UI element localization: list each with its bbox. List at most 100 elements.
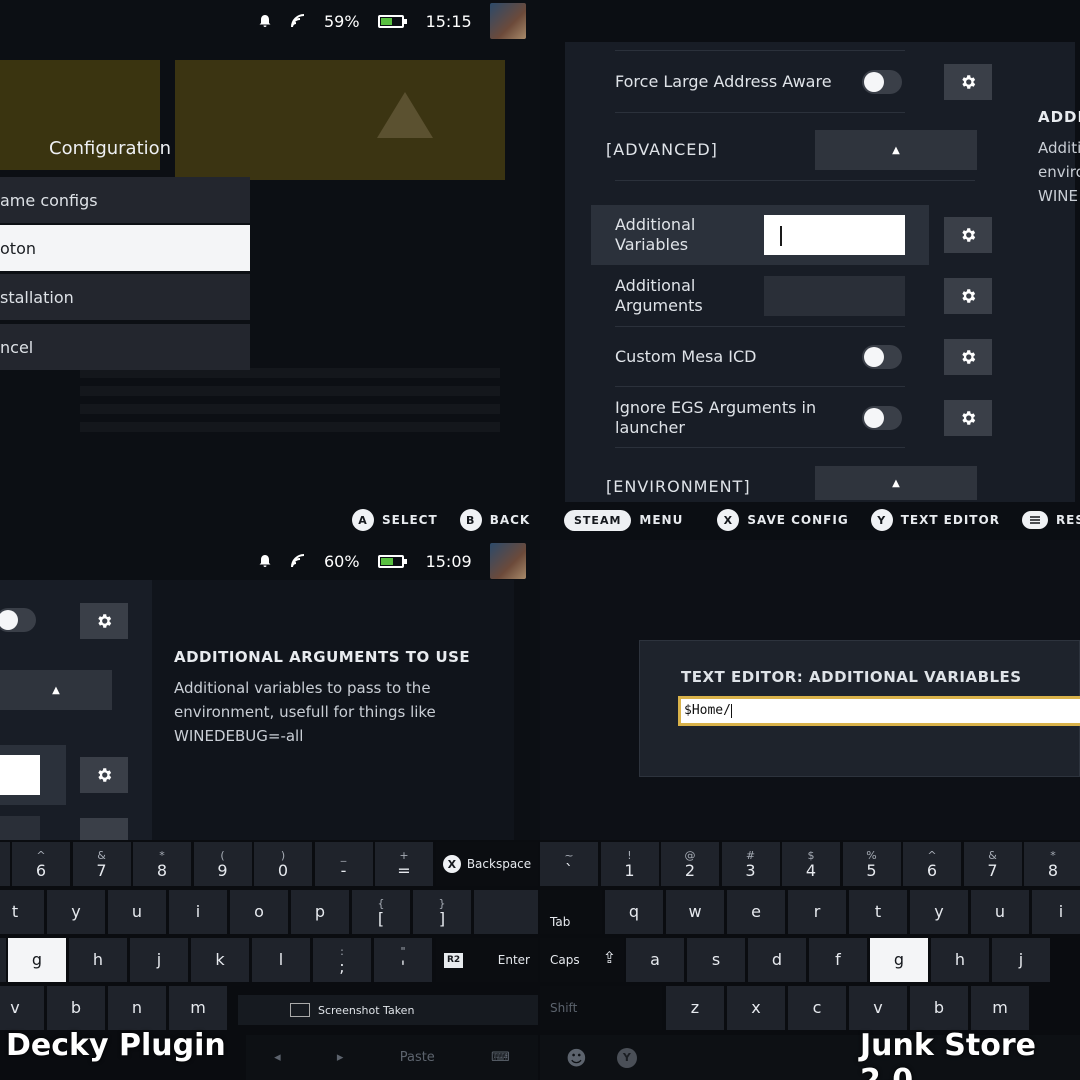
- key-n[interactable]: n: [108, 986, 166, 1030]
- key-u[interactable]: u: [971, 890, 1029, 934]
- ignore-egs-settings-button[interactable]: [944, 400, 992, 436]
- key-u[interactable]: u: [108, 890, 166, 934]
- setting-gear-button[interactable]: [80, 818, 128, 840]
- key-'[interactable]: " ': [374, 938, 432, 982]
- key-k[interactable]: k: [191, 938, 249, 982]
- save-config-hint[interactable]: SAVE CONFIG: [747, 513, 848, 527]
- key-y[interactable]: y: [910, 890, 968, 934]
- reset-hint[interactable]: RESET: [1056, 513, 1080, 527]
- avatar[interactable]: [489, 3, 526, 39]
- key-v[interactable]: v: [849, 986, 907, 1030]
- key-edge[interactable]: [478, 890, 538, 934]
- force-large-settings-button[interactable]: [944, 64, 992, 100]
- key-r[interactable]: r: [788, 890, 846, 934]
- key-tab[interactable]: Tab: [540, 890, 602, 934]
- arrow-right-icon[interactable]: ▸: [337, 1050, 344, 1065]
- key-g[interactable]: g: [870, 938, 928, 982]
- key-j[interactable]: j: [130, 938, 188, 982]
- text-editor-hint[interactable]: TEXT EDITOR: [901, 513, 1000, 527]
- select-hint[interactable]: SELECT: [382, 513, 438, 527]
- key-shift[interactable]: Shift: [540, 986, 662, 1030]
- ignore-egs-toggle[interactable]: [862, 406, 902, 430]
- key-m[interactable]: m: [169, 986, 227, 1030]
- key-8[interactable]: * 8: [1024, 842, 1080, 886]
- additional-arguments-input[interactable]: [764, 276, 905, 316]
- custom-mesa-settings-button[interactable]: [944, 339, 992, 375]
- key-t[interactable]: t: [0, 890, 44, 934]
- key-o[interactable]: o: [230, 890, 288, 934]
- additional-variables-input[interactable]: [764, 215, 905, 255]
- menu-item-installation[interactable]: stallation: [0, 274, 250, 320]
- key-=[interactable]: + =: [375, 842, 433, 886]
- key-][interactable]: }]: [413, 890, 471, 934]
- key-s[interactable]: s: [687, 938, 745, 982]
- key-8[interactable]: * 8: [133, 842, 191, 886]
- key-d[interactable]: d: [748, 938, 806, 982]
- key-h[interactable]: h: [69, 938, 127, 982]
- additional-arguments-settings-button[interactable]: [944, 278, 992, 314]
- key-y[interactable]: y: [47, 890, 105, 934]
- key-h[interactable]: h: [931, 938, 989, 982]
- key-[[interactable]: {[: [352, 890, 410, 934]
- key--[interactable]: _ -: [314, 842, 373, 886]
- environment-collapse-button[interactable]: ▲: [815, 466, 977, 500]
- avatar[interactable]: [489, 543, 526, 579]
- key-`[interactable]: ~ `: [540, 842, 598, 886]
- custom-mesa-toggle[interactable]: [862, 345, 902, 369]
- additional-variables-settings-button[interactable]: [944, 217, 992, 253]
- key-g[interactable]: g: [8, 938, 66, 982]
- force-large-toggle[interactable]: [862, 70, 902, 94]
- key-5[interactable]: % 5: [842, 842, 901, 886]
- key-1[interactable]: ! 1: [600, 842, 659, 886]
- menu-hint[interactable]: MENU: [639, 513, 683, 527]
- key-a[interactable]: a: [626, 938, 684, 982]
- key-edge[interactable]: [0, 842, 10, 886]
- key-backspace[interactable]: X Backspace: [436, 842, 538, 886]
- additional-variables-input[interactable]: [0, 755, 40, 795]
- emoji-icon[interactable]: ☻: [566, 1046, 587, 1070]
- notification-bell-icon[interactable]: [258, 554, 272, 568]
- key-p[interactable]: p: [291, 890, 349, 934]
- key-w[interactable]: w: [666, 890, 724, 934]
- additional-arguments-input[interactable]: [0, 816, 40, 840]
- key-f[interactable]: f: [809, 938, 867, 982]
- menu-item-proton[interactable]: oton: [0, 225, 250, 271]
- key-6[interactable]: ^ 6: [903, 842, 961, 886]
- back-hint[interactable]: BACK: [490, 513, 531, 527]
- key-i[interactable]: i: [169, 890, 227, 934]
- key-j[interactable]: j: [992, 938, 1050, 982]
- key-l[interactable]: l: [252, 938, 310, 982]
- setting-gear-button[interactable]: [80, 603, 128, 639]
- key-enter[interactable]: R2 Enter: [436, 938, 538, 982]
- key-b[interactable]: b: [47, 986, 105, 1030]
- key-6[interactable]: ^ 6: [12, 842, 70, 886]
- advanced-collapse-button[interactable]: ▲: [0, 670, 112, 710]
- setting-gear-button[interactable]: [80, 757, 128, 793]
- setting-toggle[interactable]: [0, 608, 36, 632]
- paste-key[interactable]: Paste: [400, 1050, 435, 1065]
- key-2[interactable]: @2: [661, 842, 719, 886]
- editor-input[interactable]: $Home/: [678, 696, 1080, 726]
- key-7[interactable]: & 7: [963, 842, 1022, 886]
- key-4[interactable]: $4: [782, 842, 840, 886]
- menu-item-game-configs[interactable]: ame configs: [0, 177, 250, 223]
- keyboard-icon[interactable]: ⌨: [491, 1050, 510, 1065]
- key-0[interactable]: ) 0: [254, 842, 312, 886]
- key-caps[interactable]: Caps ⇪: [540, 938, 624, 982]
- key-9[interactable]: (9: [193, 842, 252, 886]
- arrow-left-icon[interactable]: ◂: [274, 1050, 281, 1065]
- key-edge[interactable]: [0, 938, 6, 982]
- key-b[interactable]: b: [910, 986, 968, 1030]
- key-v[interactable]: v: [0, 986, 44, 1030]
- notification-bell-icon[interactable]: [258, 14, 272, 28]
- key-i[interactable]: i: [1032, 890, 1080, 934]
- menu-item-cancel[interactable]: ncel: [0, 324, 250, 370]
- key-c[interactable]: c: [788, 986, 846, 1030]
- key-x[interactable]: x: [727, 986, 785, 1030]
- advanced-collapse-button[interactable]: ▲: [815, 130, 977, 170]
- key-q[interactable]: q: [605, 890, 663, 934]
- key-e[interactable]: e: [727, 890, 785, 934]
- key-z[interactable]: z: [666, 986, 724, 1030]
- key-3[interactable]: #3: [721, 842, 780, 886]
- key-7[interactable]: & 7: [72, 842, 131, 886]
